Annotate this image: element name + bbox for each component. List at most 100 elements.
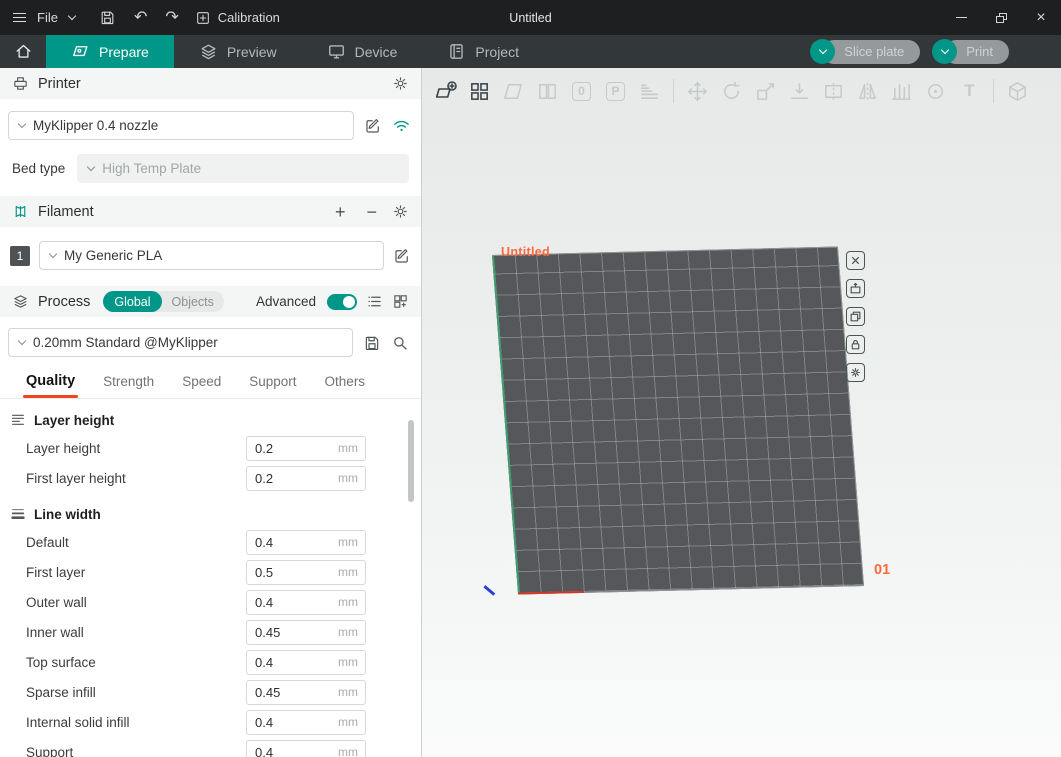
internal-solid-infill-line-width-input[interactable]: 0.4 mm <box>246 710 366 735</box>
assembly-view-button[interactable] <box>1004 78 1031 105</box>
bed-type-row: Bed type High Temp Plate <box>0 146 421 196</box>
lock-plate-button[interactable] <box>846 335 865 354</box>
text-tool-button[interactable]: T <box>956 78 983 105</box>
z-axis-line <box>484 585 496 595</box>
filament-preset-select[interactable]: My Generic PLA <box>39 241 384 270</box>
tab-others[interactable]: Others <box>311 374 380 398</box>
mirror-button[interactable] <box>854 78 881 105</box>
split-to-objects-button[interactable] <box>534 78 561 105</box>
print-button[interactable]: Print <box>932 39 1009 64</box>
parameter-table-icon[interactable] <box>366 293 383 310</box>
first-layer-height-input[interactable]: 0.2 mm <box>246 466 366 491</box>
inner-wall-line-width-input[interactable]: 0.45 mm <box>246 620 366 645</box>
add-filament-button[interactable]: + <box>329 203 352 221</box>
variable-layer-height-button[interactable] <box>636 78 663 105</box>
close-button[interactable]: × <box>1021 0 1061 35</box>
tab-quality[interactable]: Quality <box>12 373 89 398</box>
cut-button[interactable] <box>820 78 847 105</box>
plate-name-label[interactable]: Untitled <box>501 245 550 259</box>
scale-icon <box>754 80 777 103</box>
param-unit: mm <box>338 441 365 455</box>
arrange-plate-button[interactable] <box>846 279 865 298</box>
param-row: Top surface 0.4 mm <box>0 647 421 677</box>
top-surface-line-width-input[interactable]: 0.4 mm <box>246 650 366 675</box>
tab-support[interactable]: Support <box>235 374 310 398</box>
auto-orient-button[interactable] <box>500 78 527 105</box>
scale-button[interactable] <box>752 78 779 105</box>
filament-index-badge[interactable]: 1 <box>10 246 30 266</box>
param-unit: mm <box>338 565 365 579</box>
undo-icon[interactable]: ↶ <box>134 10 147 26</box>
minimize-button[interactable] <box>941 0 981 35</box>
file-menu-chevron-icon[interactable] <box>68 11 76 19</box>
window-title: Untitled <box>509 11 551 25</box>
bed-type-select[interactable]: High Temp Plate <box>77 154 409 183</box>
cut-icon <box>822 80 845 103</box>
viewport-canvas[interactable]: 0 P <box>422 68 1061 757</box>
split-to-parts-button[interactable]: P <box>602 78 629 105</box>
save-icon[interactable] <box>99 9 116 26</box>
fill-bed-button[interactable]: 0 <box>568 78 595 105</box>
support-paint-button[interactable] <box>888 78 915 105</box>
global-toggle-option[interactable]: Global <box>103 291 161 312</box>
remove-filament-button[interactable]: − <box>360 203 383 221</box>
flatten-button[interactable] <box>786 78 813 105</box>
printer-settings-gear-icon[interactable] <box>392 75 409 92</box>
duplicate-plate-button[interactable] <box>846 307 865 326</box>
param-label: Layer height <box>26 441 100 456</box>
advanced-toggle[interactable] <box>327 294 357 310</box>
tab-project[interactable]: Project <box>422 35 544 68</box>
param-unit: mm <box>338 715 365 729</box>
home-tab[interactable] <box>0 35 46 68</box>
param-unit: mm <box>338 595 365 609</box>
add-plate-button[interactable] <box>432 78 459 105</box>
filament-preset-value: My Generic PLA <box>64 248 162 263</box>
process-preset-row: 0.20mm Standard @MyKlipper <box>0 317 421 366</box>
search-icon[interactable] <box>391 334 409 352</box>
wifi-connection-icon[interactable] <box>392 116 411 135</box>
save-preset-icon[interactable] <box>363 334 381 352</box>
param-label: Top surface <box>26 655 96 670</box>
build-plate[interactable] <box>492 247 864 595</box>
process-preset-select[interactable]: 0.20mm Standard @MyKlipper <box>8 328 353 357</box>
menu-icon[interactable] <box>13 13 26 23</box>
sidebar-scrollbar[interactable] <box>408 420 414 502</box>
param-unit: mm <box>338 471 365 485</box>
param-value: 0.4 <box>247 595 273 610</box>
redo-icon[interactable]: ↷ <box>165 10 178 26</box>
move-button[interactable] <box>684 78 711 105</box>
filament-settings-gear-icon[interactable] <box>392 203 409 220</box>
layer-height-input[interactable]: 0.2 mm <box>246 436 366 461</box>
tab-device[interactable]: Device <box>302 35 423 68</box>
plate-settings-button[interactable] <box>846 363 865 382</box>
seam-paint-icon <box>924 80 947 103</box>
tab-preview[interactable]: Preview <box>174 35 302 68</box>
first-layer-line-width-input[interactable]: 0.5 mm <box>246 560 366 585</box>
minimize-icon <box>956 17 967 19</box>
tab-prepare[interactable]: Prepare <box>46 35 174 68</box>
edit-filament-icon[interactable] <box>393 247 411 265</box>
tab-strength[interactable]: Strength <box>89 374 168 398</box>
printer-preset-select[interactable]: MyKlipper 0.4 nozzle <box>8 111 354 140</box>
default-line-width-input[interactable]: 0.4 mm <box>246 530 366 555</box>
y-axis-line <box>492 256 520 594</box>
device-icon <box>327 42 346 61</box>
split-to-objects-icon <box>536 80 559 103</box>
sparse-infill-line-width-input[interactable]: 0.45 mm <box>246 680 366 705</box>
objects-toggle-option[interactable]: Objects <box>162 295 224 309</box>
calibration-button[interactable]: Calibration <box>195 10 280 26</box>
titlebar-actions: ↶ ↷ <box>99 9 179 26</box>
slice-plate-button[interactable]: Slice plate <box>810 39 920 64</box>
tab-speed[interactable]: Speed <box>168 374 235 398</box>
outer-wall-line-width-input[interactable]: 0.4 mm <box>246 590 366 615</box>
seam-paint-button[interactable] <box>922 78 949 105</box>
delete-plate-button[interactable] <box>846 251 865 270</box>
param-row: Internal solid infill 0.4 mm <box>0 707 421 737</box>
object-list-icon[interactable] <box>392 293 409 310</box>
support-line-width-input[interactable]: 0.4 mm <box>246 740 366 757</box>
arrange-button[interactable] <box>466 78 493 105</box>
edit-printer-icon[interactable] <box>364 117 382 135</box>
rotate-button[interactable] <box>718 78 745 105</box>
file-menu[interactable]: File <box>37 10 58 25</box>
restore-button[interactable] <box>981 0 1021 35</box>
